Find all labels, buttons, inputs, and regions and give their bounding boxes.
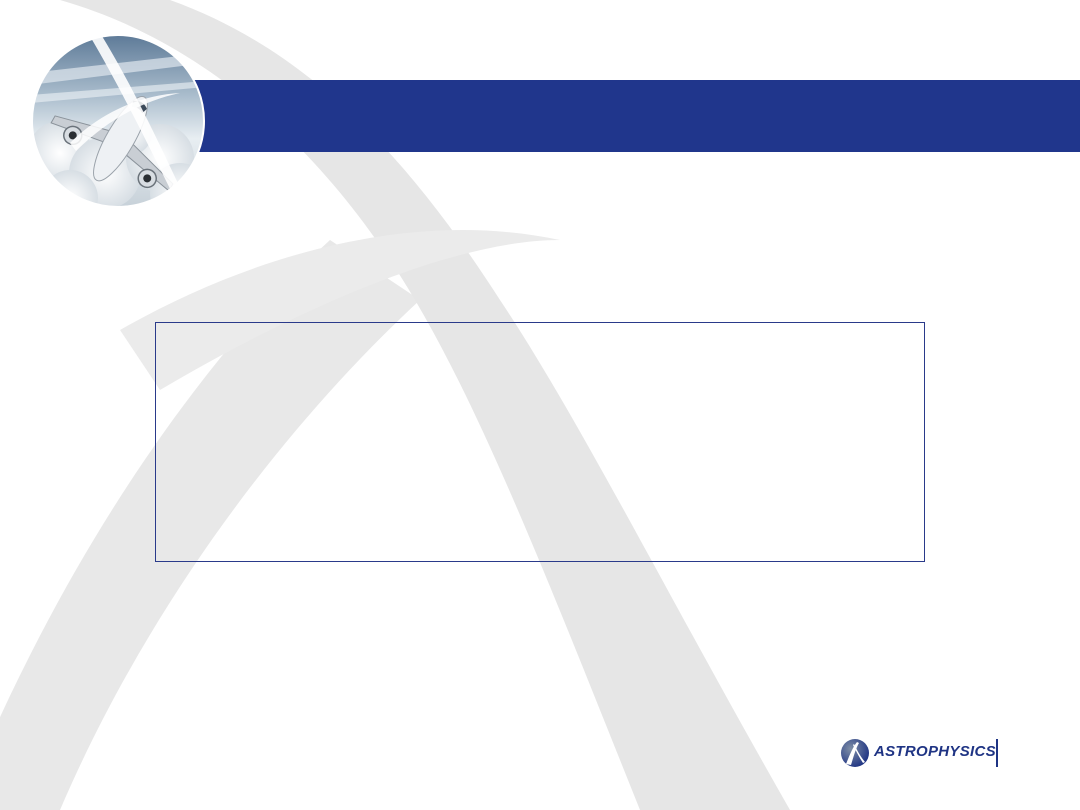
astrophysics-logo: ASTROPHYSICS	[838, 733, 1008, 773]
astrophysics-swoosh-icon	[841, 739, 869, 767]
airplane-medallion-image	[31, 34, 205, 208]
content-box	[155, 322, 925, 562]
logo-wordmark: ASTROPHYSICS	[874, 743, 996, 760]
title-bar	[190, 80, 1080, 152]
logo-divider	[996, 739, 998, 767]
